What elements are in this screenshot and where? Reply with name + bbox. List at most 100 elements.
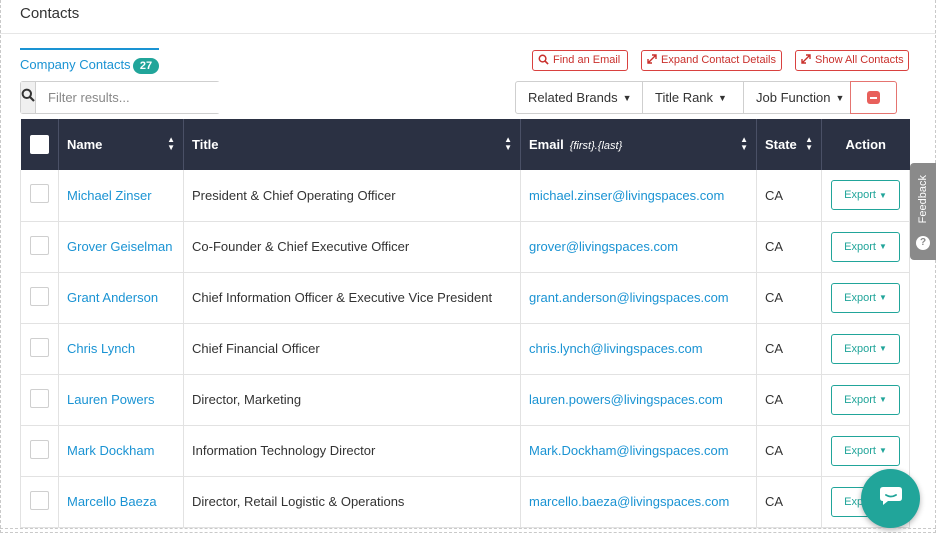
export-label: Export bbox=[844, 393, 876, 406]
state-cell: CA bbox=[756, 323, 822, 375]
action-cell: Export▼ bbox=[821, 323, 910, 375]
export-label: Export bbox=[844, 291, 876, 304]
contact-name-link[interactable]: Lauren Powers bbox=[67, 392, 154, 407]
table-row: Mark Dockham Information Technology Dire… bbox=[20, 425, 910, 477]
chat-launcher-button[interactable] bbox=[861, 469, 920, 528]
row-checkbox[interactable] bbox=[30, 286, 49, 306]
related-brands-dropdown[interactable]: Related Brands ▼ bbox=[515, 81, 643, 114]
select-all-checkbox[interactable] bbox=[29, 135, 49, 154]
contact-email-link[interactable]: marcello.baeza@livingspaces.com bbox=[529, 494, 729, 509]
row-checkbox[interactable] bbox=[30, 337, 49, 357]
caret-down-icon: ▼ bbox=[622, 92, 632, 103]
export-button[interactable]: Export▼ bbox=[831, 231, 900, 262]
name-cell: Marcello Baeza bbox=[58, 476, 184, 528]
title-cell: Chief Information Officer & Executive Vi… bbox=[183, 272, 521, 324]
export-button[interactable]: Export▼ bbox=[831, 435, 900, 466]
state-header-label: State bbox=[765, 137, 797, 152]
contact-name-link[interactable]: Michael Zinser bbox=[67, 188, 152, 203]
contact-name-link[interactable]: Mark Dockham bbox=[67, 443, 154, 458]
sort-icon: ▲ ▼ bbox=[504, 135, 512, 152]
email-cell: lauren.powers@livingspaces.com bbox=[520, 374, 757, 426]
email-cell: Mark.Dockham@livingspaces.com bbox=[520, 425, 757, 477]
title-column-header[interactable]: Title ▲ ▼ bbox=[183, 119, 521, 170]
row-checkbox[interactable] bbox=[30, 235, 49, 255]
export-button[interactable]: Export▼ bbox=[831, 333, 900, 364]
state-cell: CA bbox=[756, 221, 822, 273]
name-cell: Lauren Powers bbox=[58, 374, 184, 426]
tab-company-contacts[interactable]: Company Contacts 27 bbox=[20, 48, 159, 76]
title-rank-label: Title Rank bbox=[655, 90, 714, 105]
contact-email-link[interactable]: lauren.powers@livingspaces.com bbox=[529, 392, 723, 407]
filter-search bbox=[20, 81, 224, 114]
caret-down-icon: ▼ bbox=[718, 92, 727, 103]
state-column-header[interactable]: State ▲ ▼ bbox=[756, 119, 822, 170]
caret-down-icon: ▼ bbox=[878, 344, 887, 353]
bottom-border bbox=[0, 528, 936, 529]
export-button[interactable]: Export▼ bbox=[831, 180, 900, 211]
caret-down-icon: ▼ bbox=[878, 395, 887, 404]
contact-name-link[interactable]: Chris Lynch bbox=[67, 341, 135, 356]
name-header-label: Name bbox=[67, 137, 103, 152]
filter-results-input[interactable] bbox=[36, 82, 224, 113]
contact-name-link[interactable]: Grover Geiselman bbox=[67, 239, 172, 254]
caret-down-icon: ▼ bbox=[878, 242, 887, 251]
caret-down-icon: ▼ bbox=[878, 446, 887, 455]
title-cell: Information Technology Director bbox=[183, 425, 521, 477]
find-email-button[interactable]: Find an Email bbox=[532, 50, 628, 71]
caret-down-icon: ▼ bbox=[878, 190, 887, 200]
search-button[interactable] bbox=[21, 82, 36, 113]
state-cell: CA bbox=[756, 374, 822, 426]
email-format-hint: {first}.{last} bbox=[569, 140, 623, 152]
contacts-table: Name ▲ ▼ Title ▲ ▼ Email {first}.{last} ▲ ▼ … bbox=[20, 119, 910, 528]
row-select-cell bbox=[20, 170, 59, 222]
action-cell: Export▼ bbox=[821, 374, 910, 426]
contact-name-link[interactable]: Marcello Baeza bbox=[67, 494, 157, 509]
name-column-header[interactable]: Name ▲ ▼ bbox=[58, 119, 184, 170]
email-cell: chris.lynch@livingspaces.com bbox=[520, 323, 757, 375]
row-checkbox[interactable] bbox=[30, 439, 49, 459]
action-cell: Export▼ bbox=[821, 170, 910, 222]
table-row: Grant Anderson Chief Information Officer… bbox=[20, 272, 910, 324]
caret-down-icon: ▼ bbox=[878, 293, 887, 302]
show-all-contacts-button[interactable]: Show All Contacts bbox=[795, 50, 909, 71]
export-button[interactable]: Export▼ bbox=[831, 282, 900, 313]
job-function-dropdown[interactable]: Job Function ▼ bbox=[743, 81, 851, 114]
title-cell: Director, Retail Logistic & Operations bbox=[183, 476, 521, 528]
search-icon bbox=[538, 54, 549, 68]
table-row: Michael Zinser President & Chief Operati… bbox=[20, 170, 910, 222]
expand-contact-details-button[interactable]: Expand Contact Details bbox=[641, 50, 782, 71]
email-header-label: Email bbox=[529, 137, 564, 152]
contact-email-link[interactable]: grant.anderson@livingspaces.com bbox=[529, 290, 729, 305]
feedback-tab[interactable]: Feedback ? bbox=[910, 163, 936, 260]
contact-email-link[interactable]: michael.zinser@livingspaces.com bbox=[529, 188, 724, 203]
state-cell: CA bbox=[756, 476, 822, 528]
row-checkbox[interactable] bbox=[30, 388, 49, 408]
title-header-label: Title bbox=[192, 137, 219, 152]
row-select-cell bbox=[20, 272, 59, 324]
name-cell: Grant Anderson bbox=[58, 272, 184, 324]
name-cell: Mark Dockham bbox=[58, 425, 184, 477]
row-checkbox[interactable] bbox=[30, 184, 49, 203]
email-column-header[interactable]: Email {first}.{last} ▲ ▼ bbox=[520, 119, 757, 170]
job-function-label: Job Function bbox=[756, 90, 831, 105]
row-checkbox[interactable] bbox=[30, 490, 49, 510]
contact-name-link[interactable]: Grant Anderson bbox=[67, 290, 158, 305]
chat-icon bbox=[879, 486, 903, 511]
expand-contact-details-label: Expand Contact Details bbox=[661, 54, 776, 66]
clear-filters-button[interactable] bbox=[850, 81, 897, 114]
contact-email-link[interactable]: chris.lynch@livingspaces.com bbox=[529, 341, 703, 356]
export-button[interactable]: Export▼ bbox=[831, 384, 900, 415]
email-cell: marcello.baeza@livingspaces.com bbox=[520, 476, 757, 528]
export-label: Export bbox=[844, 444, 876, 457]
table-row: Lauren Powers Director, Marketing lauren… bbox=[20, 374, 910, 426]
title-rank-dropdown[interactable]: Title Rank ▼ bbox=[642, 81, 744, 114]
contact-email-link[interactable]: Mark.Dockham@livingspaces.com bbox=[529, 443, 729, 458]
action-header-label: Action bbox=[845, 137, 886, 152]
sort-icon: ▲ ▼ bbox=[805, 135, 813, 152]
state-cell: CA bbox=[756, 425, 822, 477]
sort-icon: ▲ ▼ bbox=[740, 135, 748, 152]
caret-down-icon: ▼ bbox=[835, 92, 845, 103]
name-cell: Chris Lynch bbox=[58, 323, 184, 375]
search-icon bbox=[21, 88, 35, 107]
contact-email-link[interactable]: grover@livingspaces.com bbox=[529, 239, 678, 254]
